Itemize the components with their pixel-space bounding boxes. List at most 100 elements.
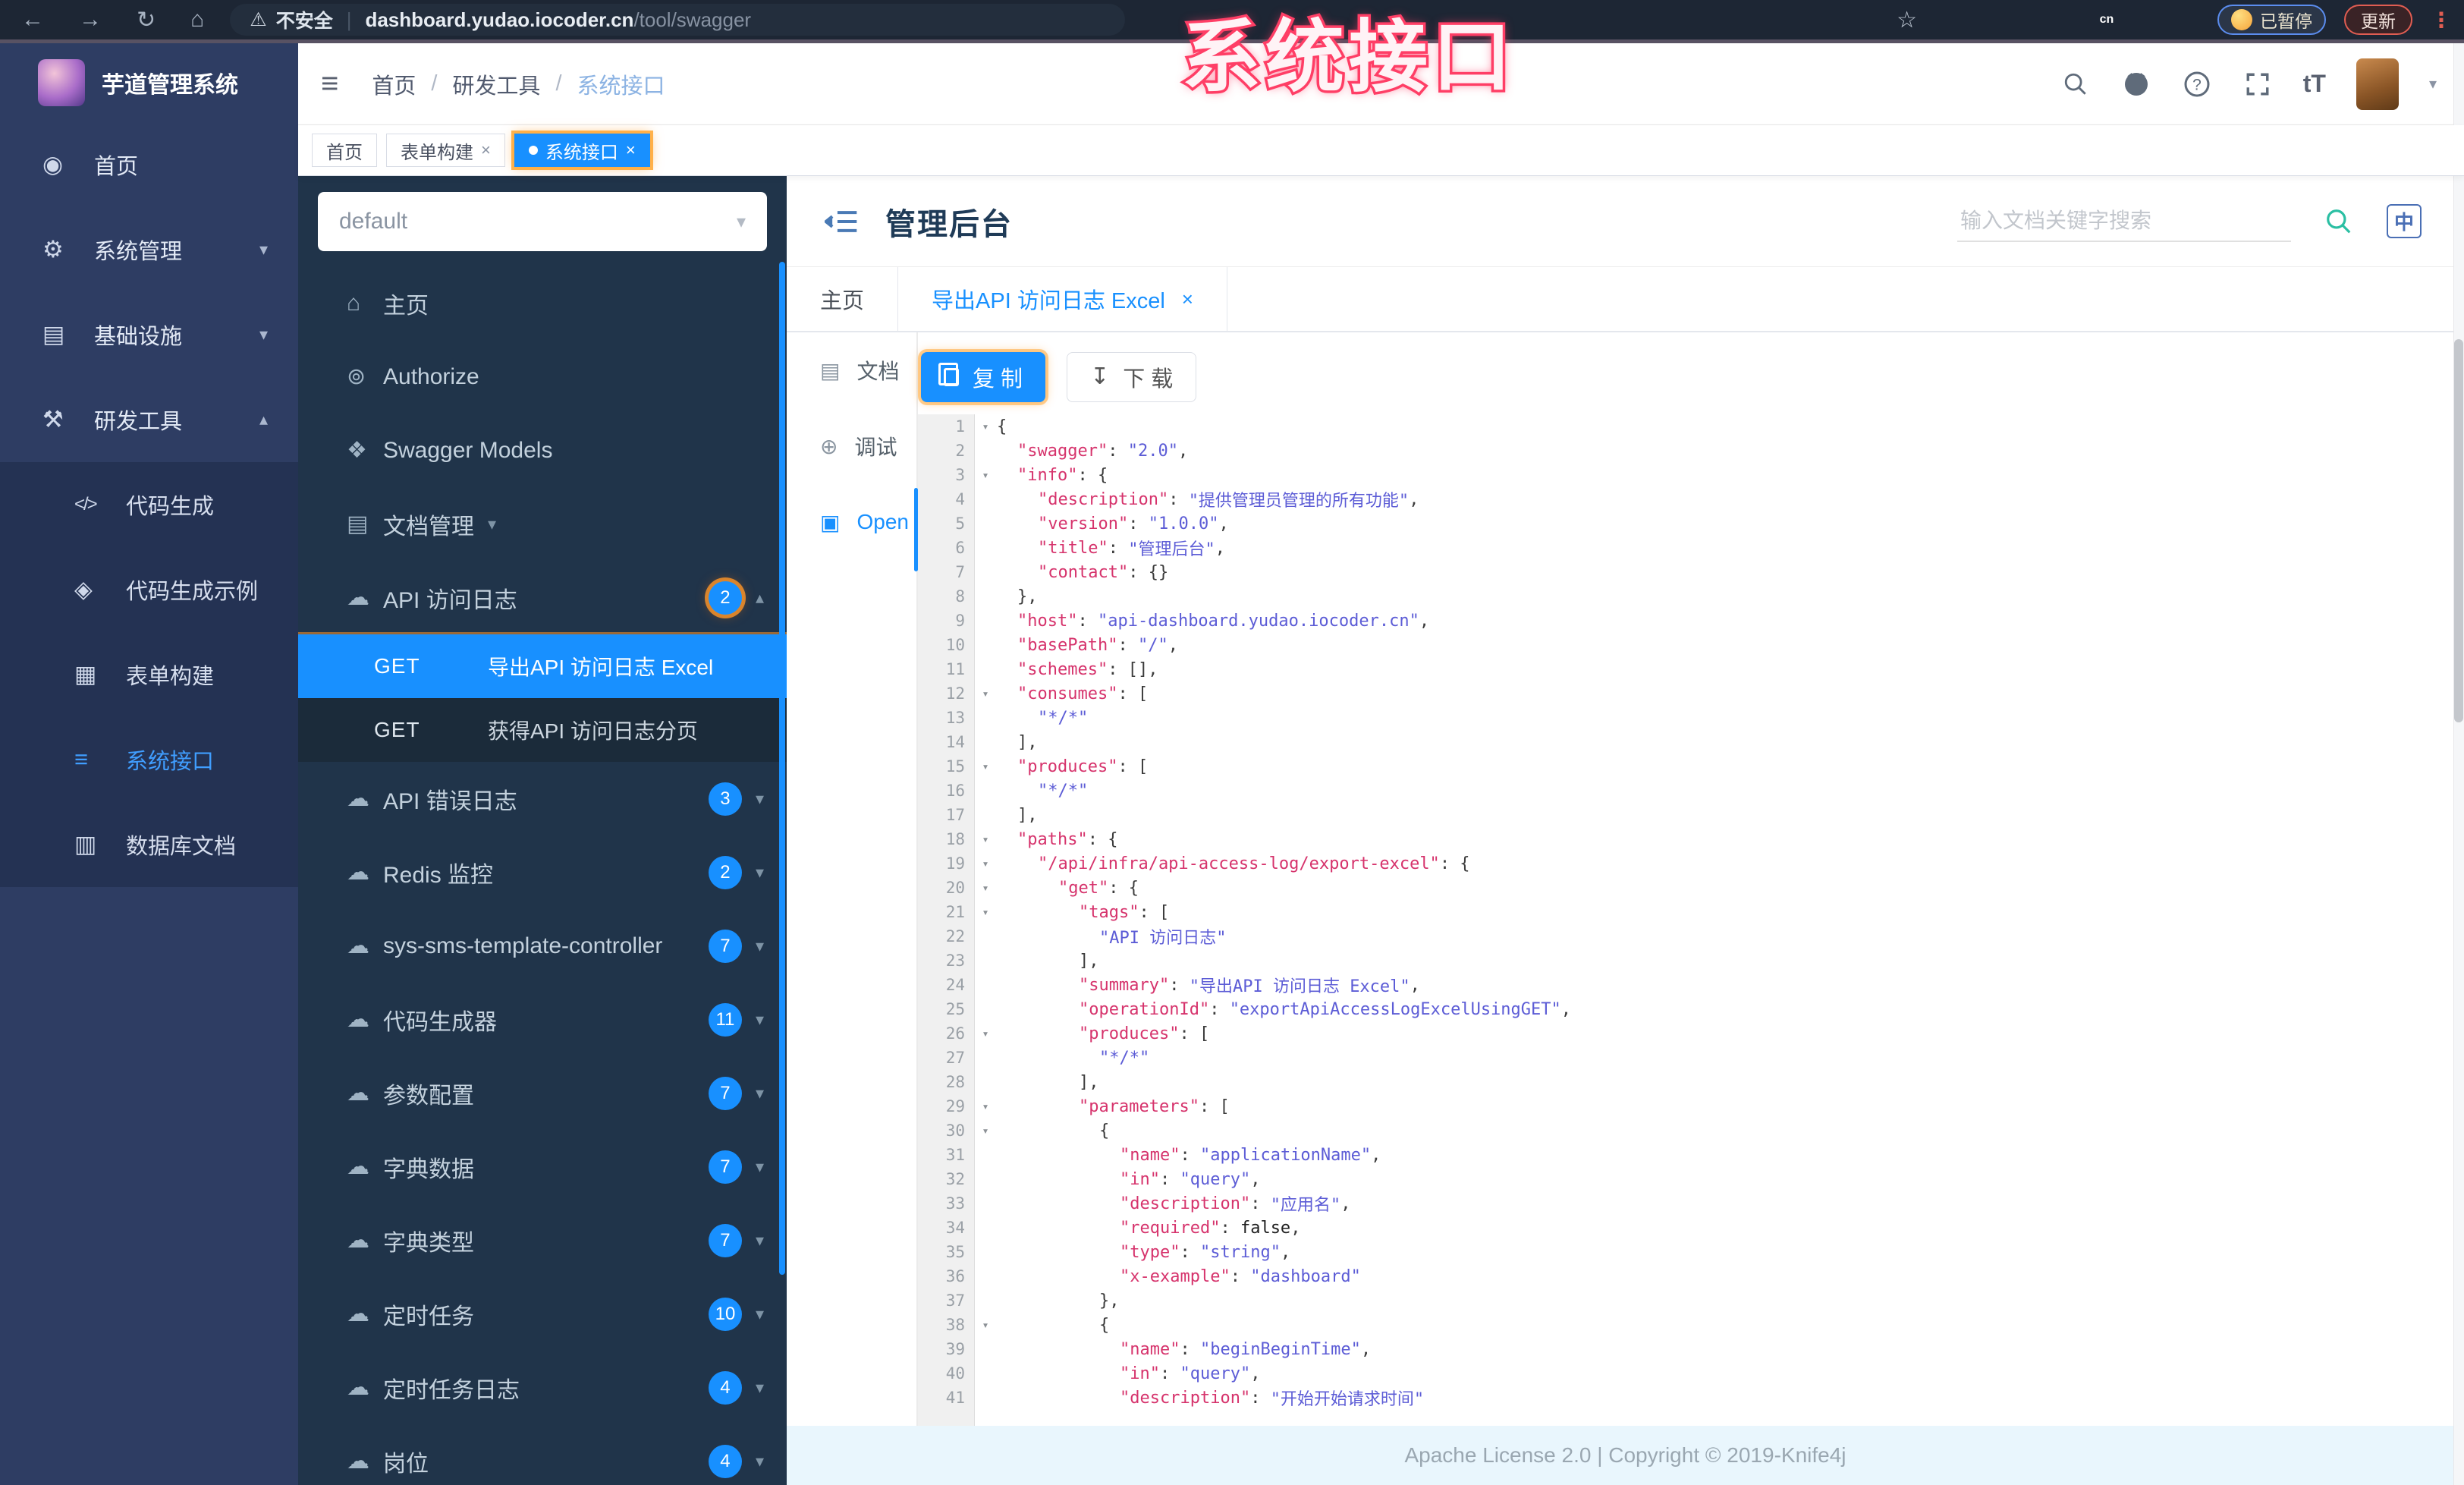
tags-view-tab[interactable]: 表单构建 ×	[386, 134, 505, 167]
forward-icon[interactable]: →	[79, 7, 102, 33]
sidebar-item[interactable]: ⚒ 研发工具 ▴	[0, 377, 298, 462]
doc-search-input[interactable]	[1956, 200, 2291, 242]
address-bar[interactable]: ⚠ 不安全 | dashboard.yudao.iocoder.cn /tool…	[230, 4, 1126, 36]
swagger-menu-item[interactable]: ☁ Redis 监控 2 ▾	[298, 835, 787, 909]
sidebar-item[interactable]: ◉ 首页	[0, 122, 298, 207]
breadcrumb-home[interactable]: 首页	[372, 68, 416, 100]
swagger-menu-item[interactable]: GET 获得API 访问日志分页	[298, 698, 787, 762]
code-line: 19 ▾ "/api/infra/api-access-log/export-exc…	[918, 851, 2452, 876]
tags-view-tab[interactable]: 首页	[312, 134, 377, 167]
fold-icon[interactable]: ▾	[974, 420, 997, 433]
json-code-viewer[interactable]: 1 ▾{2 "swagger": "2.0", 3 ▾ "info": {4 "descri…	[918, 414, 2452, 1426]
fold-icon[interactable]: ▾	[974, 857, 997, 870]
swagger-menu-item[interactable]: ☁ 定时任务日志 4 ▾	[298, 1351, 787, 1424]
sidebar-subitem[interactable]: ≡ 系统接口	[0, 717, 298, 802]
tags-view-tab[interactable]: 系统接口 ×	[514, 134, 650, 167]
font-size-icon[interactable]: tT	[2303, 70, 2326, 98]
fold-icon[interactable]: ▾	[974, 468, 997, 482]
swagger-menu-item[interactable]: ⊚ Authorize	[298, 340, 787, 414]
fold-icon[interactable]: ▾	[974, 687, 997, 700]
back-icon[interactable]: ←	[21, 7, 44, 33]
search-icon[interactable]	[2060, 69, 2091, 99]
page-scrollbar-thumb[interactable]	[2454, 339, 2463, 722]
swagger-menu-item[interactable]: ☁ 字典数据 7 ▾	[298, 1130, 787, 1203]
swagger-menu-item[interactable]: ☁ 参数配置 7 ▾	[298, 1056, 787, 1130]
bookmark-icon[interactable]: ☆	[1897, 7, 1917, 33]
sidebar-subitem[interactable]: ▦ 表单构建	[0, 632, 298, 717]
close-icon[interactable]: ×	[1182, 288, 1193, 311]
line-number: 20	[945, 879, 965, 897]
github-icon[interactable]	[2121, 69, 2151, 99]
profile-paused-badge[interactable]: 已暂停	[2217, 5, 2326, 35]
line-number: 41	[945, 1389, 965, 1407]
update-button[interactable]: 更新	[2344, 5, 2412, 35]
line-number: 19	[945, 854, 965, 873]
extension-icon[interactable]	[2172, 6, 2199, 33]
reload-icon[interactable]: ↻	[137, 7, 156, 33]
swagger-item-label: Swagger Models	[383, 437, 553, 463]
extension-icon[interactable]	[2014, 6, 2041, 33]
extension-icon[interactable]	[1975, 6, 2002, 33]
swagger-menu-item[interactable]: ☁ API 访问日志 2 ▴	[298, 561, 787, 634]
sidebar-subitem[interactable]: ◈ 代码生成示例	[0, 547, 298, 632]
extension-icon[interactable]	[2054, 6, 2081, 33]
debug-icon: ⊕	[820, 434, 838, 458]
swagger-scrollbar[interactable]	[779, 262, 785, 1275]
swagger-menu-item[interactable]: ☁ 岗位 4 ▾	[298, 1424, 787, 1485]
code-line: 16 "*/*"	[918, 779, 2452, 803]
swagger-menu-item[interactable]: ▤ 文档管理 ▾	[298, 487, 787, 561]
close-icon[interactable]: ×	[626, 140, 636, 160]
extension-icon[interactable]	[2132, 6, 2160, 33]
fold-icon[interactable]: ▾	[974, 1318, 997, 1332]
api-group-select[interactable]: default ▾	[318, 192, 767, 251]
code-line: 11 "schemes": [],	[918, 657, 2452, 681]
swagger-menu-item[interactable]: ☁ API 错误日志 3 ▾	[298, 762, 787, 835]
collapse-menu-icon[interactable]	[825, 208, 858, 235]
doc-tab[interactable]: 导出API 访问日志 Excel ×	[898, 267, 1227, 331]
sidebar-subitem[interactable]: ▥ 数据库文档	[0, 802, 298, 887]
fullscreen-icon[interactable]	[2242, 69, 2273, 99]
extension-icon[interactable]: cn	[2093, 6, 2120, 33]
doc-nav-item[interactable]: ▣ Open	[787, 484, 916, 560]
swagger-menu-item[interactable]: ☁ 字典类型 7 ▾	[298, 1203, 787, 1277]
doc-nav-item[interactable]: ▤ 文档	[787, 332, 916, 408]
sidebar-item[interactable]: ▤ 基础设施 ▾	[0, 292, 298, 377]
doc-search-icon[interactable]	[2324, 207, 2353, 236]
close-icon[interactable]: ×	[481, 140, 491, 160]
fold-icon[interactable]: ▾	[974, 1124, 997, 1137]
sidebar-item[interactable]: ⚙ 系统管理 ▾	[0, 207, 298, 292]
copy-button[interactable]: 复 制	[921, 352, 1046, 402]
swagger-menu-item[interactable]: ☁ 定时任务 10 ▾	[298, 1277, 787, 1351]
fold-icon[interactable]: ▾	[974, 1027, 997, 1040]
chevron-down-icon[interactable]: ▾	[2429, 74, 2437, 93]
fold-icon[interactable]: ▾	[974, 881, 997, 895]
code-token: ,	[1250, 1169, 1261, 1189]
swagger-menu-item[interactable]: ⌂ 主页	[298, 266, 787, 340]
sidebar-subitem[interactable]: </> 代码生成	[0, 462, 298, 547]
swagger-item-label: 获得API 访问日志分页	[488, 719, 698, 743]
fold-icon[interactable]: ▾	[974, 760, 997, 773]
page-scrollbar-track[interactable]	[2453, 43, 2464, 1485]
fold-icon[interactable]: ▾	[974, 905, 997, 919]
browser-menu-icon[interactable]: ⋮	[2431, 8, 2452, 33]
code-token: :	[1180, 1242, 1200, 1262]
download-button[interactable]: ↧ 下 载	[1067, 352, 1197, 402]
breadcrumb-tools[interactable]: 研发工具	[452, 68, 540, 100]
fold-icon[interactable]: ▾	[974, 1100, 997, 1113]
doc-nav-item[interactable]: ⊕ 调试	[787, 408, 916, 484]
fold-icon[interactable]: ▾	[974, 832, 997, 846]
extension-icon[interactable]	[1935, 6, 1963, 33]
user-avatar[interactable]	[2356, 58, 2399, 110]
chevron-down-icon: ▾	[736, 211, 746, 232]
language-toggle-icon[interactable]: 中	[2386, 204, 2422, 238]
hamburger-icon[interactable]: ≡	[321, 67, 338, 101]
doc-tab[interactable]: 主页	[787, 267, 899, 331]
http-method-label: GET	[374, 654, 420, 678]
code-token: :	[1250, 1194, 1271, 1213]
swagger-menu-item[interactable]: ❖ Swagger Models	[298, 414, 787, 487]
swagger-menu-item[interactable]: ☁ sys-sms-template-controller 7 ▾	[298, 909, 787, 983]
home-icon[interactable]: ⌂	[190, 7, 204, 33]
swagger-menu-item[interactable]: GET 导出API 访问日志 Excel	[298, 634, 787, 698]
help-icon[interactable]: ?	[2182, 69, 2212, 99]
swagger-menu-item[interactable]: ☁ 代码生成器 11 ▾	[298, 983, 787, 1056]
